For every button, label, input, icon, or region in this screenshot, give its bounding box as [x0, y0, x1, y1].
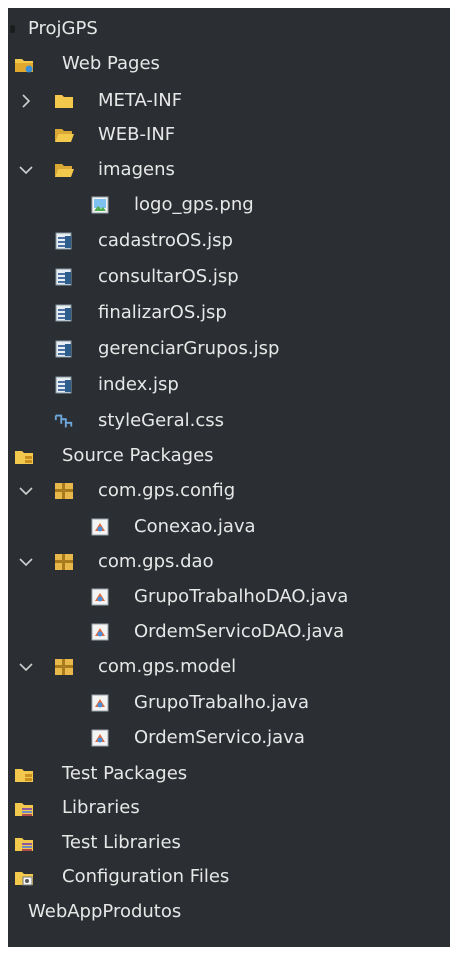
- tree-node-index-jsp[interactable]: index.jsp: [8, 368, 450, 402]
- tree-node-web-inf[interactable]: WEB-INF: [8, 118, 450, 152]
- source-packages-folder-icon: [14, 446, 34, 466]
- tree-node-grupo-dao-java[interactable]: GrupoTrabalhoDAO.java: [8, 580, 450, 614]
- tree-node-label: META-INF: [98, 90, 183, 111]
- tree-node-style-css[interactable]: styleGeral.css: [8, 404, 450, 438]
- jsp-file-icon: [54, 231, 74, 251]
- tree-node-gerenciar-jsp[interactable]: gerenciarGrupos.jsp: [8, 332, 450, 366]
- tree-node-web-pages[interactable]: Web Pages: [8, 47, 450, 81]
- tree-node-ordem-model-java[interactable]: OrdemServico.java: [8, 721, 450, 755]
- chevron-down-icon[interactable]: [19, 555, 33, 569]
- tree-node-source-packages[interactable]: Source Packages: [8, 439, 450, 473]
- tree-node-pkg-model[interactable]: com.gps.model: [8, 650, 450, 684]
- tree-node-label: Conexao.java: [134, 516, 256, 537]
- tree-node-project-projgps[interactable]: ProjGPS: [8, 12, 450, 46]
- css-file-icon: [54, 411, 74, 431]
- tree-node-meta-inf[interactable]: META-INF: [8, 84, 450, 118]
- tree-node-label: GrupoTrabalhoDAO.java: [134, 586, 349, 607]
- libraries-folder-icon: [14, 798, 34, 818]
- java-file-icon: [90, 587, 110, 607]
- tree-node-configuration-files[interactable]: Configuration Files: [8, 860, 450, 894]
- test-libraries-folder-icon: [14, 833, 34, 853]
- tree-node-label: OrdemServico.java: [134, 727, 305, 748]
- tree-node-label: consultarOS.jsp: [98, 266, 239, 287]
- tree-node-label: OrdemServicoDAO.java: [134, 621, 345, 642]
- tree-node-label: gerenciarGrupos.jsp: [98, 338, 280, 359]
- tree-node-finalizar-jsp[interactable]: finalizarOS.jsp: [8, 296, 450, 330]
- jsp-file-icon: [54, 303, 74, 323]
- tree-node-label: Test Libraries: [62, 832, 181, 853]
- tree-node-ordem-dao-java[interactable]: OrdemServicoDAO.java: [8, 615, 450, 649]
- tree-node-label: logo_gps.png: [134, 194, 254, 215]
- tree-node-logo-png[interactable]: logo_gps.png: [8, 188, 450, 222]
- tree-node-label: finalizarOS.jsp: [98, 302, 227, 323]
- folder-open-icon: [54, 160, 74, 180]
- tree-node-label: com.gps.dao: [98, 551, 214, 572]
- test-packages-folder-icon: [14, 764, 34, 784]
- tree-node-label: GrupoTrabalho.java: [134, 692, 309, 713]
- tree-node-label: WebAppProdutos: [28, 901, 182, 922]
- tree-node-test-packages[interactable]: Test Packages: [8, 757, 450, 791]
- tree-node-label: Configuration Files: [62, 866, 230, 887]
- package-icon: [54, 481, 74, 501]
- tree-node-label: com.gps.model: [98, 656, 237, 677]
- folder-icon: [54, 91, 74, 111]
- java-file-icon: [90, 693, 110, 713]
- jsp-file-icon: [54, 267, 74, 287]
- tree-node-grupo-model-java[interactable]: GrupoTrabalho.java: [8, 686, 450, 720]
- image-file-icon: [90, 195, 110, 215]
- java-file-icon: [90, 622, 110, 642]
- tree-node-pkg-config[interactable]: com.gps.config: [8, 474, 450, 508]
- chevron-down-icon[interactable]: [19, 163, 33, 177]
- project-tree-panel: ProjGPS Web Pages META-INF WEB-INF image…: [8, 8, 450, 947]
- tree-node-label: styleGeral.css: [98, 410, 224, 431]
- chevron-down-icon[interactable]: [19, 660, 33, 674]
- tree-node-label: imagens: [98, 159, 175, 180]
- tree-node-label: cadastroOS.jsp: [98, 230, 233, 251]
- folder-open-icon: [54, 125, 74, 145]
- configuration-folder-icon: [14, 867, 34, 887]
- tree-node-libraries[interactable]: Libraries: [8, 791, 450, 825]
- jsp-file-icon: [54, 375, 74, 395]
- project-marker: [10, 25, 15, 33]
- tree-node-label: com.gps.config: [98, 480, 236, 501]
- jsp-file-icon: [54, 339, 74, 359]
- tree-node-label: Web Pages: [62, 53, 160, 74]
- package-icon: [54, 657, 74, 677]
- tree-node-conexao-java[interactable]: Conexao.java: [8, 510, 450, 544]
- chevron-down-icon[interactable]: [19, 484, 33, 498]
- chevron-right-icon[interactable]: [19, 94, 33, 108]
- tree-node-project-webappprodutos[interactable]: WebAppProdutos: [8, 895, 450, 929]
- tree-node-test-libraries[interactable]: Test Libraries: [8, 826, 450, 860]
- tree-node-label: Test Packages: [62, 763, 188, 784]
- tree-node-cadastro-jsp[interactable]: cadastroOS.jsp: [8, 224, 450, 258]
- tree-node-label: ProjGPS: [28, 18, 98, 39]
- web-pages-folder-icon: [14, 54, 34, 74]
- java-file-icon: [90, 728, 110, 748]
- package-icon: [54, 552, 74, 572]
- tree-node-label: Source Packages: [62, 445, 214, 466]
- java-file-icon: [90, 517, 110, 537]
- tree-node-consultar-jsp[interactable]: consultarOS.jsp: [8, 260, 450, 294]
- tree-node-imagens[interactable]: imagens: [8, 153, 450, 187]
- tree-node-label: Libraries: [62, 797, 140, 818]
- tree-node-label: index.jsp: [98, 374, 179, 395]
- tree-node-label: WEB-INF: [98, 124, 176, 145]
- tree-node-pkg-dao[interactable]: com.gps.dao: [8, 545, 450, 579]
